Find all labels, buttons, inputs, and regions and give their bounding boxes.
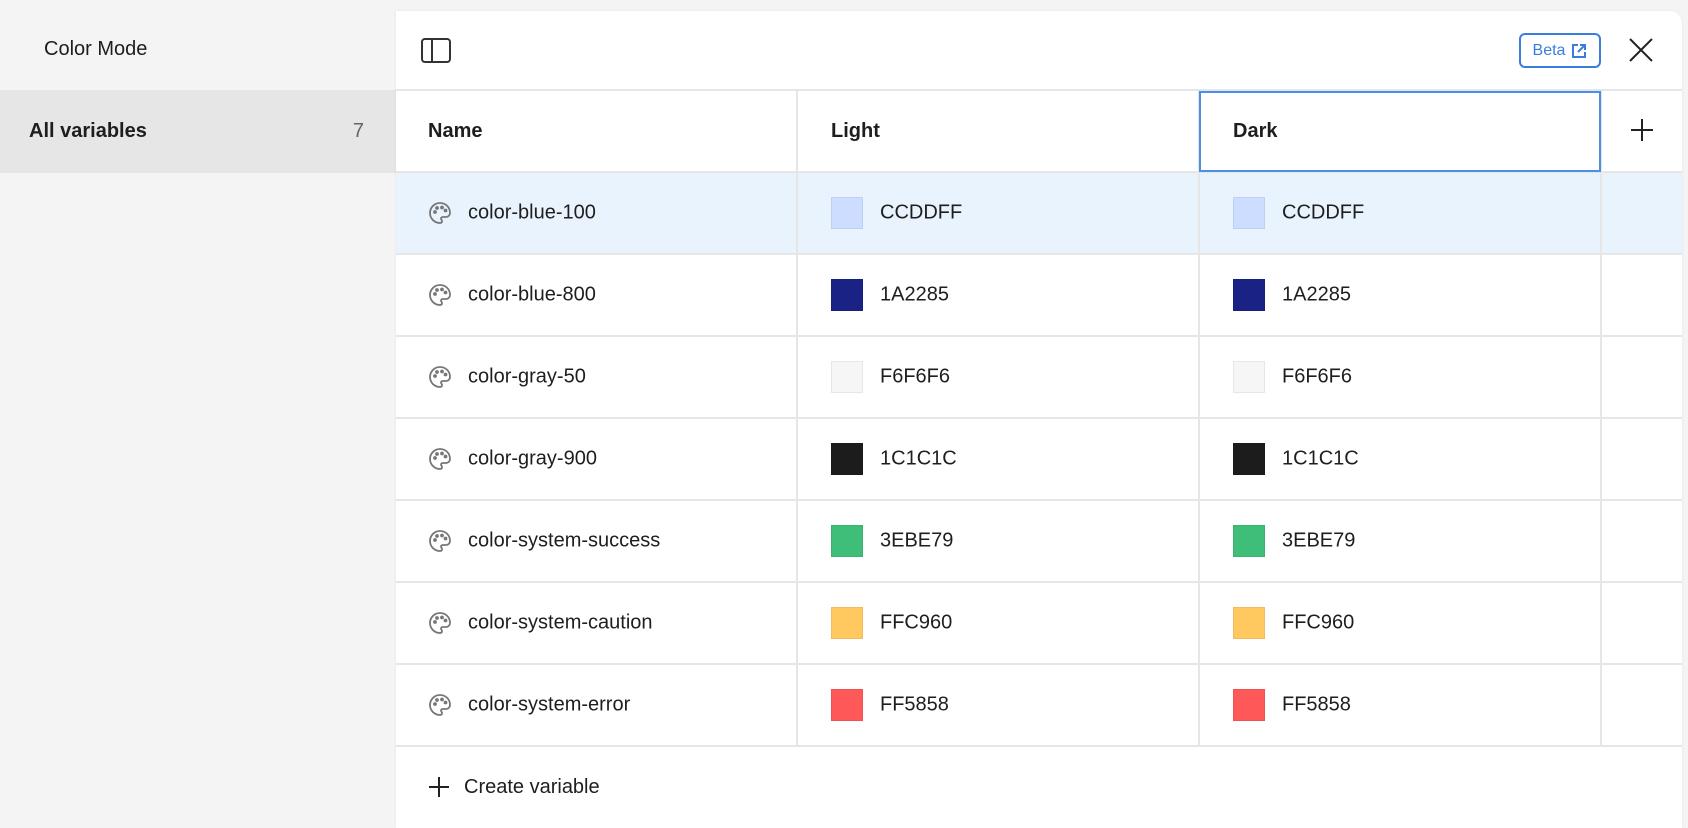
plus-icon [1631, 118, 1653, 141]
dark-value-cell[interactable]: 3EBE79 [1199, 500, 1602, 583]
light-value-cell[interactable]: FF5858 [797, 664, 1200, 747]
dark-value: CCDDFF [1282, 201, 1365, 224]
dark-value: F6F6F6 [1282, 365, 1353, 388]
beta-badge-link[interactable]: Beta [1519, 33, 1601, 68]
variable-name: color-system-caution [468, 611, 653, 634]
dark-value-cell[interactable]: F6F6F6 [1199, 336, 1602, 419]
column-header-name[interactable]: Name [396, 91, 798, 173]
light-value: FFC960 [880, 611, 953, 634]
table-row[interactable]: color-system-success 3EBE79 3EBE79 [396, 500, 1682, 583]
color-swatch[interactable] [1233, 279, 1265, 311]
variable-name: color-gray-50 [468, 365, 586, 388]
column-header-light[interactable]: Light [797, 91, 1200, 173]
empty-cell [1601, 418, 1682, 501]
external-link-icon [1572, 43, 1587, 58]
dark-value: 3EBE79 [1282, 529, 1356, 552]
close-icon[interactable] [1626, 35, 1656, 65]
color-swatch[interactable] [831, 443, 863, 475]
variable-name-cell[interactable]: color-blue-100 [396, 172, 798, 255]
variable-name: color-system-success [468, 529, 661, 552]
palette-icon [429, 694, 451, 716]
variable-name-cell[interactable]: color-system-success [396, 500, 798, 583]
color-swatch[interactable] [1233, 197, 1265, 229]
variable-name-cell[interactable]: color-gray-50 [396, 336, 798, 419]
light-value-cell[interactable]: 1C1C1C [797, 418, 1200, 501]
table-row[interactable]: color-gray-50 F6F6F6 F6F6F6 [396, 336, 1682, 419]
variable-name-cell[interactable]: color-gray-900 [396, 418, 798, 501]
variable-name: color-blue-100 [468, 201, 596, 224]
empty-cell [1601, 664, 1682, 747]
light-value-cell[interactable]: 3EBE79 [797, 500, 1200, 583]
light-value-cell[interactable]: 1A2285 [797, 254, 1200, 337]
sidebar-item-all-variables[interactable]: All variables 7 [0, 90, 396, 173]
beta-label: Beta [1532, 41, 1566, 59]
color-swatch[interactable] [1233, 607, 1265, 639]
dark-value: FF5858 [1282, 693, 1351, 716]
create-variable-button[interactable]: Create variable [396, 747, 1682, 827]
variable-name-cell[interactable]: color-blue-800 [396, 254, 798, 337]
dark-value-cell[interactable]: FF5858 [1199, 664, 1602, 747]
table-row[interactable]: color-system-caution FFC960 FFC960 [396, 582, 1682, 665]
table-row[interactable]: color-blue-100 CCDDFF CCDDFF [396, 172, 1682, 255]
add-mode-button[interactable] [1601, 91, 1682, 173]
light-value: 1A2285 [880, 283, 949, 306]
sidebar-toggle-icon[interactable] [421, 38, 451, 63]
empty-cell [1601, 336, 1682, 419]
column-header-dark[interactable]: Dark [1199, 91, 1602, 173]
dark-value-cell[interactable]: CCDDFF [1199, 172, 1602, 255]
sidebar-item-label: All variables [29, 120, 147, 142]
empty-cell [1601, 582, 1682, 665]
plus-icon [429, 777, 449, 797]
variables-table: Name Light Dark color-blue-100 CCDDFF CC… [396, 91, 1682, 747]
variable-name-cell[interactable]: color-system-caution [396, 582, 798, 665]
light-value: F6F6F6 [880, 365, 951, 388]
create-variable-label: Create variable [464, 775, 600, 798]
palette-icon [429, 612, 451, 634]
sidebar-item-count: 7 [352, 120, 364, 142]
light-value: 3EBE79 [880, 529, 954, 552]
color-swatch[interactable] [831, 197, 863, 229]
palette-icon [429, 366, 451, 388]
variable-name-cell[interactable]: color-system-error [396, 664, 798, 747]
collection-title: Color Mode [44, 37, 148, 60]
light-value: 1C1C1C [880, 447, 957, 470]
light-value: FF5858 [880, 693, 949, 716]
dark-value-cell[interactable]: FFC960 [1199, 582, 1602, 665]
color-swatch[interactable] [831, 607, 863, 639]
palette-icon [429, 202, 451, 224]
variable-name: color-gray-900 [468, 447, 597, 470]
table-row[interactable]: color-system-error FF5858 FF5858 [396, 664, 1682, 747]
variables-panel: Beta Name Light Dark color-blue-100 CCDD… [396, 11, 1682, 828]
color-swatch[interactable] [831, 525, 863, 557]
palette-icon [429, 284, 451, 306]
color-swatch[interactable] [1233, 443, 1265, 475]
color-swatch[interactable] [1233, 361, 1265, 393]
light-value-cell[interactable]: FFC960 [797, 582, 1200, 665]
light-value-cell[interactable]: CCDDFF [797, 172, 1200, 255]
table-row[interactable]: color-blue-800 1A2285 1A2285 [396, 254, 1682, 337]
dark-value: 1C1C1C [1282, 447, 1359, 470]
sidebar: Color Mode All variables 7 [0, 0, 396, 828]
color-swatch[interactable] [831, 279, 863, 311]
panel-header: Beta [396, 11, 1682, 91]
color-swatch[interactable] [1233, 689, 1265, 721]
light-value: CCDDFF [880, 201, 963, 224]
empty-cell [1601, 500, 1682, 583]
color-swatch[interactable] [831, 689, 863, 721]
light-value-cell[interactable]: F6F6F6 [797, 336, 1200, 419]
empty-cell [1601, 254, 1682, 337]
dark-value: FFC960 [1282, 611, 1355, 634]
color-swatch[interactable] [831, 361, 863, 393]
table-row[interactable]: color-gray-900 1C1C1C 1C1C1C [396, 418, 1682, 501]
variable-name: color-system-error [468, 693, 631, 716]
palette-icon [429, 530, 451, 552]
empty-cell [1601, 172, 1682, 255]
palette-icon [429, 448, 451, 470]
variable-name: color-blue-800 [468, 283, 596, 306]
dark-value-cell[interactable]: 1C1C1C [1199, 418, 1602, 501]
color-swatch[interactable] [1233, 525, 1265, 557]
dark-value-cell[interactable]: 1A2285 [1199, 254, 1602, 337]
dark-value: 1A2285 [1282, 283, 1351, 306]
